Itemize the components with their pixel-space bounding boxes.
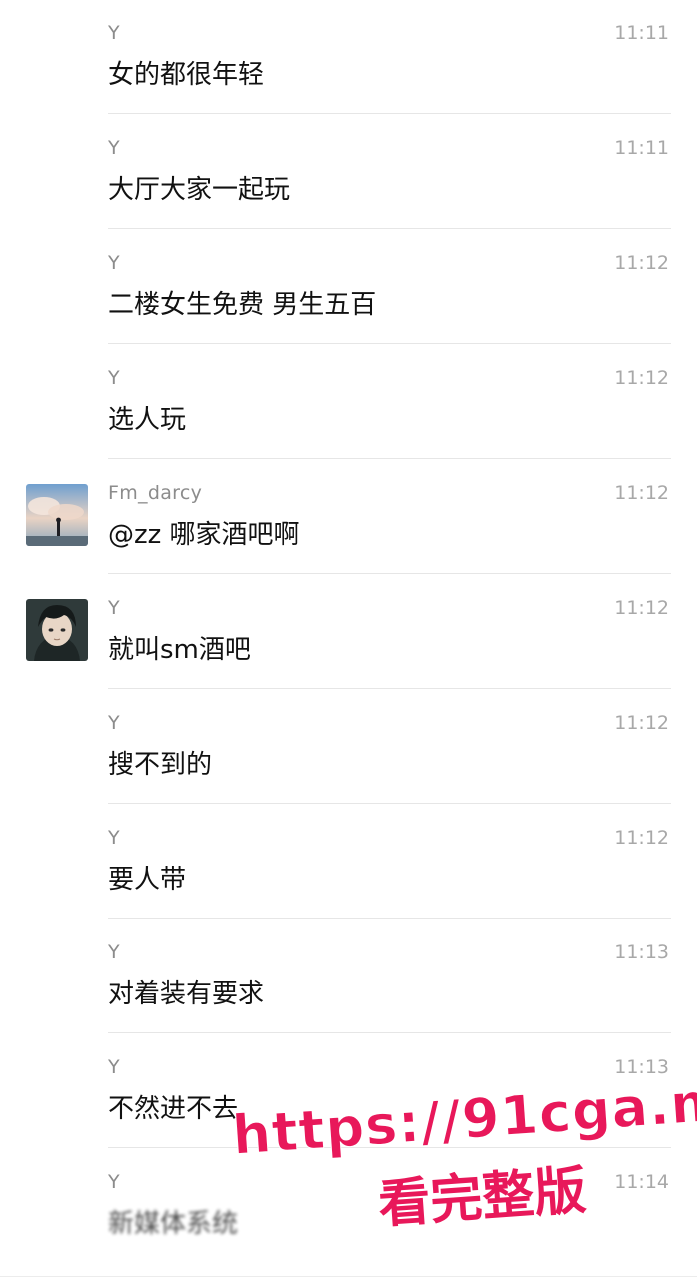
message-text: 大厅大家一起玩 [108, 175, 291, 205]
message-time: 11:12 [614, 827, 669, 849]
message-text: 新媒体系统 [108, 1209, 239, 1239]
message-item[interactable]: Y 11:12 搜不到的 [0, 690, 697, 804]
message-item[interactable]: Y 11:13 不然进不去 [0, 1034, 697, 1148]
message-text: 搜不到的 [108, 750, 213, 780]
message-text: 就叫sm酒吧 [108, 635, 251, 665]
bottom-divider [0, 1276, 697, 1277]
message-item[interactable]: Y 11:12 二楼女生免费 男生五百 [0, 230, 697, 344]
message-time: 11:14 [614, 1171, 669, 1193]
message-divider [108, 113, 671, 114]
message-text: 选人玩 [108, 405, 187, 435]
message-divider [108, 1032, 671, 1033]
message-sender: Fm_darcy [108, 482, 203, 504]
message-divider [108, 688, 671, 689]
message-divider [108, 343, 671, 344]
message-time: 11:12 [614, 597, 669, 619]
message-time: 11:12 [614, 482, 669, 504]
message-divider [108, 458, 671, 459]
message-time: 11:13 [614, 1056, 669, 1078]
message-sender: Y [108, 941, 120, 963]
message-time: 11:12 [614, 252, 669, 274]
message-item[interactable]: Y 11:12 就叫sm酒吧 [0, 575, 697, 689]
message-item[interactable]: Y 11:11 大厅大家一起玩 [0, 115, 697, 229]
message-text: 二楼女生免费 男生五百 [108, 290, 377, 320]
message-sender: Y [108, 367, 120, 389]
message-text: 对着装有要求 [108, 979, 265, 1009]
message-divider [108, 573, 671, 574]
avatar-anime-boy-icon[interactable] [26, 599, 88, 661]
message-time: 11:13 [614, 941, 669, 963]
message-item[interactable]: Y 11:11 女的都很年轻 [0, 0, 697, 114]
message-sender: Y [108, 137, 120, 159]
avatar-sky-figure-icon[interactable] [26, 484, 88, 546]
message-item[interactable]: Y 11:13 对着装有要求 [0, 919, 697, 1033]
message-sender: Y [108, 252, 120, 274]
chat-message-list[interactable]: Y 11:11 女的都很年轻 Y 11:11 大厅大家一起玩 Y 11:12 二… [0, 0, 697, 1280]
message-text: 不然进不去 [108, 1094, 239, 1124]
message-divider [108, 228, 671, 229]
message-sender: Y [108, 712, 120, 734]
message-sender: Y [108, 1056, 120, 1078]
message-sender: Y [108, 1171, 120, 1193]
message-item[interactable]: Y 11:12 要人带 [0, 805, 697, 919]
message-item[interactable]: Y 11:12 选人玩 [0, 345, 697, 459]
message-divider [108, 803, 671, 804]
message-time: 11:12 [614, 367, 669, 389]
message-sender: Y [108, 597, 120, 619]
message-text: 要人带 [108, 865, 187, 895]
message-sender: Y [108, 22, 120, 44]
message-text: 女的都很年轻 [108, 60, 265, 90]
message-time: 11:11 [614, 22, 669, 44]
message-time: 11:11 [614, 137, 669, 159]
message-item[interactable]: Fm_darcy 11:12 @zz 哪家酒吧啊 [0, 460, 697, 574]
message-text: @zz 哪家酒吧啊 [108, 520, 300, 550]
message-divider [108, 1147, 671, 1148]
message-item[interactable]: Y 11:14 新媒体系统 [0, 1149, 697, 1263]
message-time: 11:12 [614, 712, 669, 734]
message-sender: Y [108, 827, 120, 849]
